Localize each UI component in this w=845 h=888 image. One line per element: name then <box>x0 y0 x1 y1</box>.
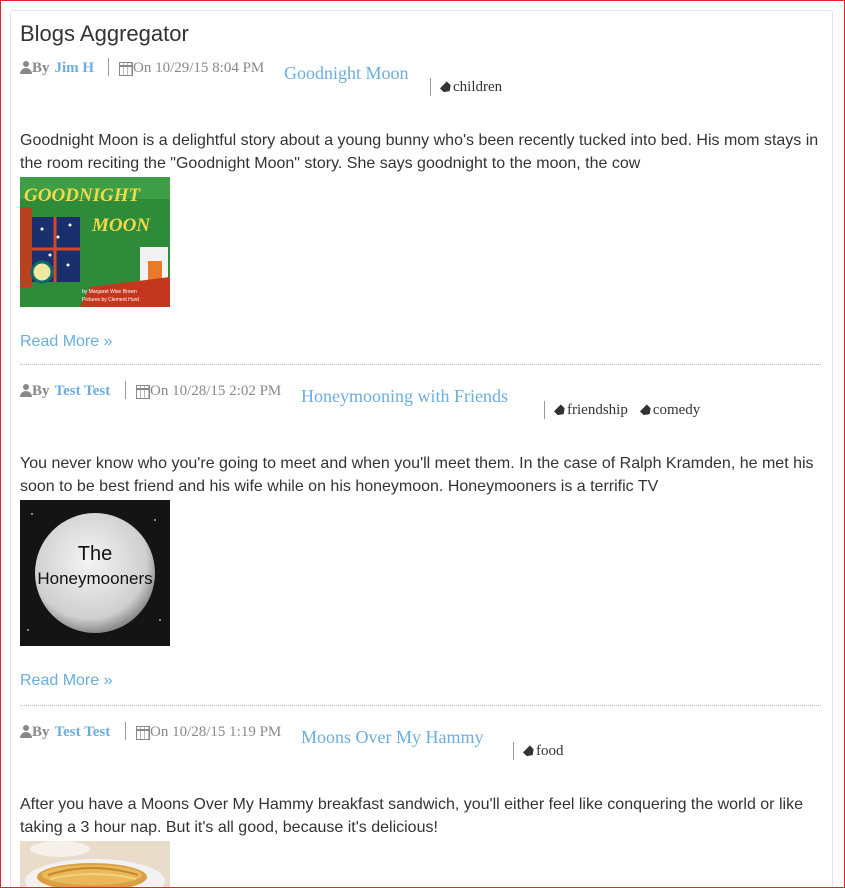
post-image-goodnight-moon: GOODNIGHT MOON by Margaret Wise Brown Pi… <box>20 177 170 307</box>
tag-icon <box>640 404 653 417</box>
meta-divider <box>108 58 109 76</box>
by-label: By <box>32 60 50 76</box>
date-text: On 10/28/15 2:02 PM <box>150 383 282 399</box>
post-image-honeymooners: The Honeymooners <box>20 500 170 646</box>
post-date: On 10/29/15 8:04 PM <box>119 60 264 77</box>
tag-label: children <box>453 79 503 95</box>
date-text: On 10/28/15 1:19 PM <box>150 724 282 740</box>
post-divider <box>20 364 821 365</box>
tag-icon <box>440 81 453 94</box>
page-title: Blogs Aggregator <box>20 21 189 46</box>
tag-food[interactable]: food <box>525 743 564 760</box>
post-image-moons-over-my-hammy <box>20 841 170 887</box>
tag-divider <box>544 401 545 419</box>
post-meta: By Test Test On 10/28/15 2:02 PM Honeymo… <box>20 379 821 439</box>
sandwich-photo <box>20 841 170 887</box>
post-divider <box>20 705 821 706</box>
calendar-icon <box>136 385 150 399</box>
tag-friendship[interactable]: friendship <box>556 402 628 419</box>
image-text-honeymooners: Honeymooners <box>37 569 152 588</box>
post-excerpt: Goodnight Moon is a delightful story abo… <box>20 132 819 172</box>
tag-list: food <box>525 743 578 760</box>
tag-icon <box>523 745 536 758</box>
post-excerpt: After you have a Moons Over My Hammy bre… <box>20 796 803 836</box>
tag-divider <box>430 78 431 96</box>
svg-text:by Margaret Wise Brown: by Margaret Wise Brown <box>82 289 137 295</box>
calendar-icon <box>119 62 133 76</box>
post-author: By Test Test <box>20 724 110 741</box>
window-frame: Blogs Aggregator By Jim H On 10/29/15 8:… <box>0 0 845 888</box>
author-link[interactable]: Test Test <box>55 724 111 741</box>
meta-divider <box>125 722 126 740</box>
tag-children[interactable]: children <box>442 79 502 96</box>
tag-list: children <box>442 79 516 96</box>
post-excerpt: You never know who you're going to meet … <box>20 455 814 495</box>
post-author: By Test Test <box>20 383 110 400</box>
user-icon <box>20 725 32 738</box>
tag-label: food <box>536 743 564 759</box>
tag-label: comedy <box>652 402 701 418</box>
honeymooners-title-card: The Honeymooners <box>20 500 170 646</box>
calendar-icon <box>136 726 150 740</box>
author-link[interactable]: Jim H <box>55 60 95 77</box>
author-link[interactable]: Test Test <box>55 383 111 400</box>
by-label: By <box>32 724 50 740</box>
tag-comedy[interactable]: comedy <box>642 402 700 419</box>
post-meta: By Test Test On 10/28/15 1:19 PM Moons O… <box>20 720 821 780</box>
post-author: By Jim H <box>20 60 94 77</box>
user-icon <box>20 61 32 74</box>
post-title-link[interactable]: Moons Over My Hammy <box>301 727 484 748</box>
svg-text:MOON: MOON <box>91 215 151 236</box>
post-honeymooning-with-friends: By Test Test On 10/28/15 2:02 PM Honeymo… <box>20 379 821 690</box>
tag-divider <box>513 742 514 760</box>
image-text-the: The <box>78 543 112 565</box>
meta-divider <box>125 381 126 399</box>
by-label: By <box>32 383 50 399</box>
goodnight-moon-cover: GOODNIGHT MOON by Margaret Wise Brown Pi… <box>20 177 170 307</box>
post-title-link[interactable]: Goodnight Moon <box>284 63 409 84</box>
post-goodnight-moon: By Jim H On 10/29/15 8:04 PM Goodnight M… <box>20 56 821 351</box>
user-icon <box>20 384 32 397</box>
read-more-link[interactable]: Read More » <box>20 333 113 351</box>
post-date: On 10/28/15 2:02 PM <box>136 383 281 400</box>
post-moons-over-my-hammy: By Test Test On 10/28/15 1:19 PM Moons O… <box>20 720 821 887</box>
tag-icon <box>554 404 567 417</box>
date-text: On 10/29/15 8:04 PM <box>133 60 265 76</box>
svg-text:Pictures by Clement Hurd: Pictures by Clement Hurd <box>82 297 139 303</box>
post-date: On 10/28/15 1:19 PM <box>136 724 281 741</box>
post-title-link[interactable]: Honeymooning with Friends <box>301 386 508 407</box>
tag-label: friendship <box>567 402 628 418</box>
tag-list: friendship comedy <box>556 402 714 419</box>
post-meta: By Jim H On 10/29/15 8:04 PM Goodnight M… <box>20 56 821 116</box>
read-more-link[interactable]: Read More » <box>20 672 113 690</box>
svg-text:GOODNIGHT: GOODNIGHT <box>24 185 142 206</box>
